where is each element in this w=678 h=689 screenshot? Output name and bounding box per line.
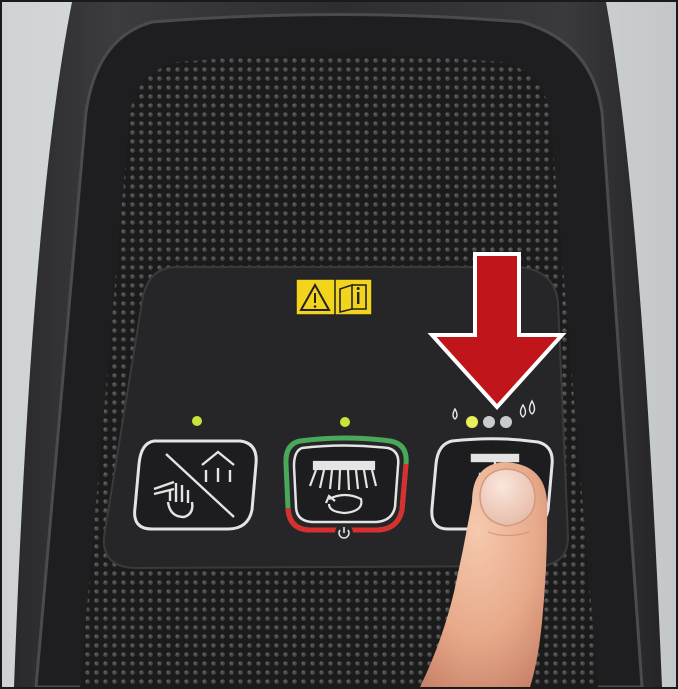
brush-led <box>340 417 350 427</box>
power-icon <box>335 524 353 542</box>
photo-frame <box>0 0 678 689</box>
water-led-1 <box>466 416 478 428</box>
suction-led <box>192 416 202 426</box>
control-panel-photo <box>2 2 676 687</box>
suction-button[interactable] <box>133 439 258 531</box>
water-led-3 <box>500 416 512 428</box>
warning-label <box>295 278 373 316</box>
water-led-2 <box>483 416 495 428</box>
